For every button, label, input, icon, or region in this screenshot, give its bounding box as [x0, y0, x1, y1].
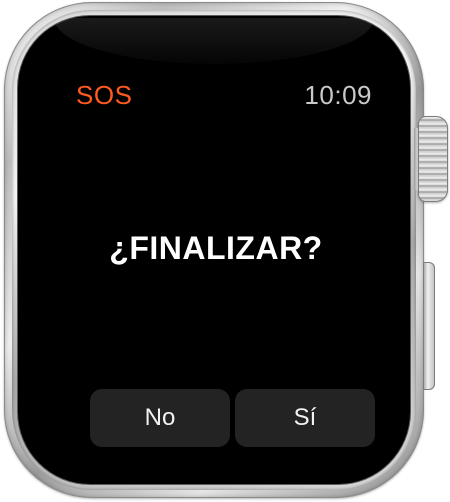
side-button-icon[interactable] [423, 262, 435, 390]
watch-case: SOS 10:09 ¿FINALIZAR? No Sí [4, 2, 424, 498]
yes-button[interactable]: Sí [235, 389, 375, 447]
no-button[interactable]: No [90, 389, 230, 447]
watch-screen-glass: SOS 10:09 ¿FINALIZAR? No Sí [18, 16, 410, 484]
watch-stage: SOS 10:09 ¿FINALIZAR? No Sí [0, 0, 450, 502]
status-time: 10:09 [304, 80, 372, 110]
app-title: SOS [76, 80, 133, 110]
digital-crown-icon[interactable] [418, 116, 448, 202]
watch-screen: SOS 10:09 ¿FINALIZAR? No Sí [58, 62, 375, 460]
screen-glare [54, 18, 374, 64]
end-prompt: ¿FINALIZAR? [109, 230, 323, 266]
